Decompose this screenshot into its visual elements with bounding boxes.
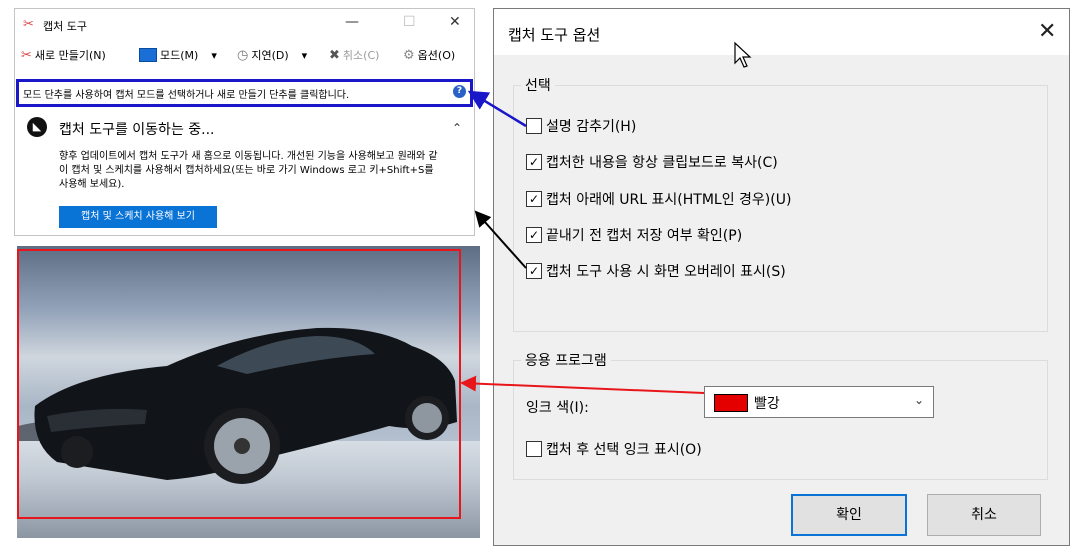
arrow-screen-overlay bbox=[474, 210, 527, 269]
arrow-hide-description bbox=[467, 90, 527, 128]
arrow-ink-color bbox=[460, 375, 705, 394]
annotation-arrows bbox=[460, 90, 705, 394]
